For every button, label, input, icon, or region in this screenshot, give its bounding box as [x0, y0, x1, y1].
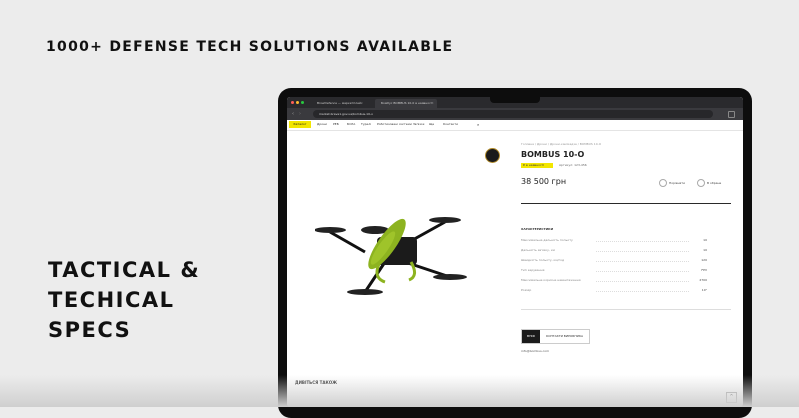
bottom-fade — [0, 375, 799, 407]
manufacturer-block: BYRD КОНТАКТИ ВИРОБНИКА — [521, 329, 591, 344]
search-icon[interactable]: ⌕ — [477, 122, 479, 127]
spec-value: 10 — [703, 238, 707, 242]
nav-item[interactable]: Зв'язок — [413, 122, 425, 126]
side-title-line-1: TACTICAL & — [48, 258, 201, 282]
divider — [521, 203, 731, 204]
compare-button[interactable]: Порівняти — [659, 179, 685, 187]
browser-tab-active[interactable]: Бомбус BOMBUS 10-0 в наявності — [375, 99, 437, 108]
product-title: BOMBUS 10-O — [521, 150, 585, 159]
propeller — [347, 289, 383, 295]
spec-label: Максимальна дальність польоту — [521, 238, 573, 242]
spec-value: 10" — [701, 288, 707, 292]
spec-row: Максимальна дальність польоту 10 — [521, 238, 707, 243]
forward-icon[interactable]: › — [299, 111, 301, 117]
nav-item[interactable]: Турелі — [361, 122, 371, 126]
article-number: Артикул: 123-456 — [559, 163, 587, 167]
propeller — [429, 217, 461, 223]
manufacturer-logo-badge — [485, 148, 500, 163]
favorite-button[interactable]: В обране — [697, 179, 721, 187]
nav-item[interactable]: РЕБ — [333, 122, 339, 126]
manufacturer-logo: BYRD — [522, 330, 540, 343]
side-title-line-2: TECHICAL — [48, 288, 175, 312]
close-window-icon[interactable] — [291, 101, 294, 104]
drone-product-image[interactable] — [315, 192, 475, 302]
spec-row: Швидкість польоту, км/год 120 — [521, 258, 707, 263]
extensions-icon[interactable] — [728, 111, 735, 118]
address-bar-row: ‹ › market.brave1.gov.ua/bombus-10-o — [287, 108, 743, 120]
availability-badge: Є в наявності — [521, 163, 553, 168]
headline: 1000+ DEFENSE TECH SOLUTIONS AVAILABLE — [46, 39, 454, 55]
side-title-line-3: SPECS — [48, 318, 132, 342]
spec-value: 120 — [701, 258, 707, 262]
compare-icon — [659, 179, 667, 187]
manufacturer-email-link[interactable]: info@bombus.com — [521, 349, 549, 353]
camera-notch — [490, 96, 540, 103]
spec-value: 10 — [703, 248, 707, 252]
spec-row: Тип керування FPV — [521, 268, 707, 273]
nav-item[interactable]: Контакти — [443, 122, 458, 126]
spec-value: 2700 — [699, 278, 707, 282]
spec-label: Максимальне корисне навантаження — [521, 278, 581, 282]
back-icon[interactable]: ‹ — [292, 111, 294, 117]
spec-row: Дальність зв'язку, км 10 — [521, 248, 707, 253]
manufacturer-contacts-button[interactable]: КОНТАКТИ ВИРОБНИКА — [540, 330, 589, 343]
heart-icon — [697, 179, 705, 187]
propeller — [433, 274, 467, 280]
propeller — [315, 227, 346, 233]
laptop-screen: BrowDefence — маркетплейс Бомбус BOMBUS … — [287, 97, 743, 407]
nav-item[interactable]: Дрони — [317, 122, 327, 126]
nav-item[interactable]: БпЛА — [347, 122, 355, 126]
minimize-window-icon[interactable] — [296, 101, 299, 104]
compare-label: Порівняти — [669, 181, 686, 185]
spec-row: Максимальне корисне навантаження 2700 — [521, 278, 707, 283]
nav-item[interactable]: Ще — [429, 122, 434, 126]
spec-label: Швидкість польоту, км/год — [521, 258, 565, 262]
catalog-button[interactable]: Каталог — [289, 121, 311, 128]
breadcrumb[interactable]: Головна / Дрони / Дрони-камікадзе / BOMB… — [521, 142, 601, 146]
url-input[interactable]: market.brave1.gov.ua/bombus-10-o — [313, 110, 713, 118]
spec-label: Тип керування — [521, 268, 545, 272]
side-title: TACTICAL & TECHICAL SPECS — [48, 255, 200, 345]
divider — [521, 309, 731, 310]
site-navbar: Каталог Дрони РЕБ БпЛА Турелі Роботизова… — [287, 120, 743, 131]
product-price: 38 500 грн — [521, 177, 567, 186]
spec-label: Розмір — [521, 288, 532, 292]
spec-row: Розмір 10" — [521, 288, 707, 293]
spec-value: FPV — [701, 268, 707, 272]
favorite-label: В обране — [707, 181, 722, 185]
nav-item[interactable]: Роботизовані системи — [377, 122, 412, 126]
laptop-frame: BrowDefence — маркетплейс Бомбус BOMBUS … — [278, 88, 752, 418]
specs-heading: ХАРАКТЕРИСТИКИ — [521, 227, 554, 231]
maximize-window-icon[interactable] — [301, 101, 304, 104]
spec-label: Дальність зв'язку, км — [521, 248, 555, 252]
browser-tab[interactable]: BrowDefence — маркетплейс — [311, 99, 373, 108]
